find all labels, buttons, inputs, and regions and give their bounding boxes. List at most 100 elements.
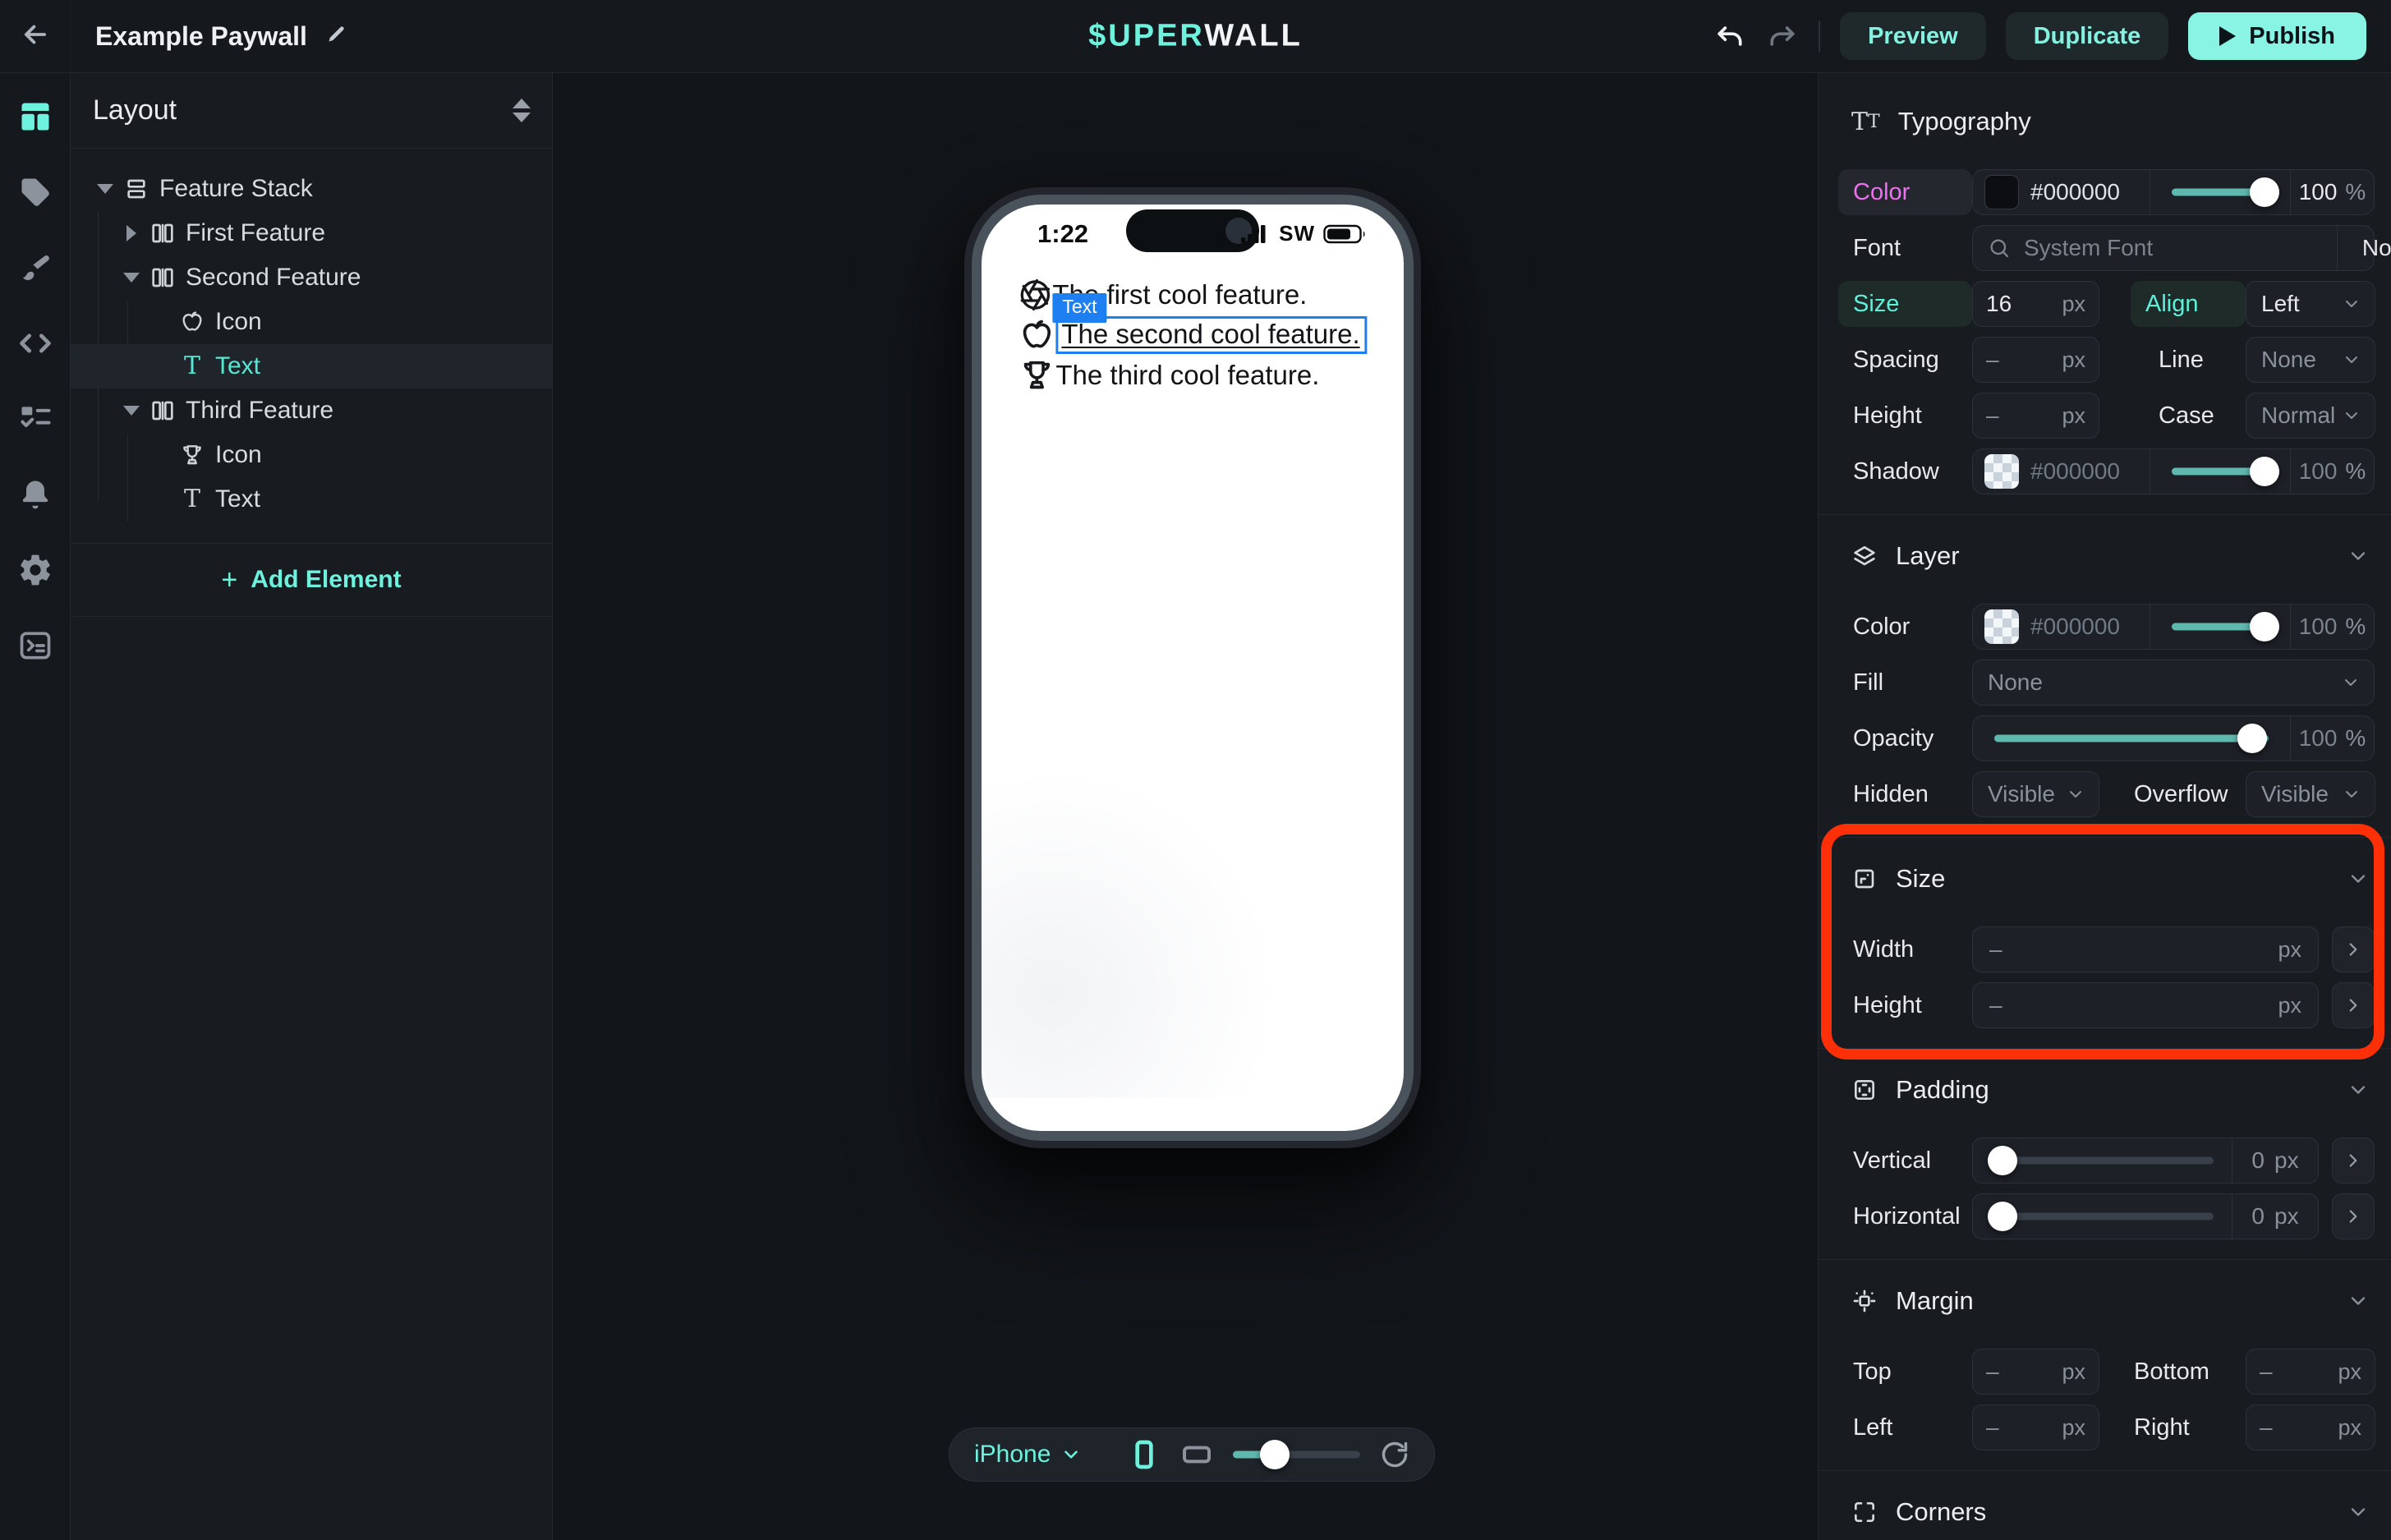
apple-icon <box>176 309 209 335</box>
color-opacity-value[interactable]: 100% <box>2290 170 2374 214</box>
device-selector[interactable]: iPhone <box>974 1441 1082 1469</box>
opacity-value[interactable]: 100% <box>2290 716 2374 761</box>
publish-label: Publish <box>2249 23 2335 50</box>
slider-thumb[interactable] <box>1988 1202 2017 1231</box>
margin-bottom-input[interactable]: –px <box>2246 1349 2375 1395</box>
canvas[interactable]: 1:22 SW The first cool feature. Text <box>553 72 1818 1540</box>
hidden-dropdown[interactable]: Visible <box>1972 771 2099 817</box>
preview-button[interactable]: Preview <box>1840 12 1986 60</box>
align-property-chip[interactable]: Align <box>2131 281 2246 327</box>
publish-button[interactable]: Publish <box>2188 12 2366 60</box>
color-opacity-slider[interactable] <box>2150 170 2290 214</box>
status-time: 1:22 <box>1037 219 1088 249</box>
slider-thumb[interactable] <box>2250 457 2279 486</box>
phone-screen[interactable]: 1:22 SW The first cool feature. Text <box>982 205 1404 1131</box>
height-expand-button[interactable] <box>2332 982 2375 1028</box>
shadow-swatch-field[interactable]: #000000 <box>1973 449 2150 494</box>
feature-row-third[interactable]: The third cool feature. <box>1018 357 1367 393</box>
tree-item-third-feature[interactable]: Third Feature <box>71 388 552 433</box>
font-search[interactable] <box>1973 226 2337 270</box>
redo-button[interactable] <box>1766 20 1799 53</box>
font-size-input[interactable]: 16px <box>1972 281 2099 327</box>
chevron-down-icon[interactable] <box>2347 867 2370 890</box>
opacity-slider[interactable] <box>1973 716 2290 761</box>
shadow-hex-value[interactable]: #000000 <box>2030 458 2120 485</box>
tree-item-icon[interactable]: Icon <box>71 300 552 344</box>
tree-item-text[interactable]: T Text <box>71 477 552 522</box>
font-weight-select[interactable]: Normal <box>2337 226 2391 270</box>
chevron-down-icon[interactable] <box>2347 545 2370 568</box>
sidebar-item-checklist[interactable] <box>16 401 54 437</box>
padding-horizontal-expand-button[interactable] <box>2332 1193 2375 1239</box>
tree-item-feature-stack[interactable]: Feature Stack <box>71 167 552 211</box>
collapse-arrow-icon[interactable] <box>117 273 146 283</box>
sidebar-item-settings-gear[interactable] <box>16 552 54 588</box>
spacing-input[interactable]: –px <box>1972 337 2099 383</box>
chevron-down-icon[interactable] <box>2347 1289 2370 1312</box>
padding-horizontal-slider[interactable] <box>1991 1194 2214 1239</box>
font-search-input[interactable] <box>2022 234 2322 262</box>
landscape-orientation-button[interactable] <box>1180 1438 1213 1471</box>
zoom-slider[interactable] <box>1233 1440 1360 1469</box>
sidebar-item-layout[interactable] <box>16 99 54 135</box>
fill-dropdown[interactable]: None <box>1972 660 2375 706</box>
add-element-button[interactable]: + Add Element <box>71 543 552 617</box>
slider-thumb[interactable] <box>2250 612 2279 641</box>
expand-arrow-icon[interactable] <box>117 225 146 241</box>
color-swatch[interactable] <box>1984 175 2019 209</box>
chevron-down-icon[interactable] <box>2347 1501 2370 1524</box>
color-property-chip[interactable]: Color <box>1838 169 1972 215</box>
margin-right-input[interactable]: –px <box>2246 1404 2375 1450</box>
slider-thumb[interactable] <box>1988 1146 2017 1175</box>
case-dropdown[interactable]: Normal <box>2246 393 2375 439</box>
zoom-slider-thumb[interactable] <box>1260 1440 1290 1469</box>
height-input[interactable]: – px <box>1972 982 2319 1028</box>
tree-item-first-feature[interactable]: First Feature <box>71 211 552 255</box>
portrait-orientation-button[interactable] <box>1128 1438 1161 1471</box>
padding-vertical-expand-button[interactable] <box>2332 1138 2375 1184</box>
padding-horizontal-value[interactable]: 0px <box>2232 1194 2318 1239</box>
back-button[interactable] <box>0 0 71 72</box>
sidebar-item-code[interactable] <box>16 325 54 361</box>
tree-item-second-feature[interactable]: Second Feature <box>71 255 552 300</box>
margin-left-input[interactable]: –px <box>1972 1404 2099 1450</box>
layer-color-swatch-field[interactable]: #000000 <box>1973 605 2150 649</box>
overflow-dropdown[interactable]: Visible <box>2246 771 2375 817</box>
padding-vertical-slider[interactable] <box>1991 1138 2214 1183</box>
width-input[interactable]: – px <box>1972 926 2319 972</box>
chevron-down-icon[interactable] <box>2347 1078 2370 1101</box>
shadow-opacity-value[interactable]: 100% <box>2290 449 2374 494</box>
feature-row-second-selected[interactable]: Text The second cool feature. <box>1018 317 1367 353</box>
edit-title-icon[interactable] <box>325 21 347 52</box>
padding-vertical-value[interactable]: 0px <box>2232 1138 2318 1183</box>
tree-item-icon[interactable]: Icon <box>71 433 552 477</box>
duplicate-button[interactable]: Duplicate <box>2006 12 2169 60</box>
color-hex-value[interactable]: #000000 <box>2030 179 2120 205</box>
line-dropdown[interactable]: None <box>2246 337 2375 383</box>
sidebar-item-products-tag[interactable] <box>16 174 54 210</box>
collapse-arrow-icon[interactable] <box>117 406 146 416</box>
slider-thumb[interactable] <box>2250 177 2279 207</box>
tree-item-text-selected[interactable]: T Text <box>71 344 552 388</box>
size-property-chip[interactable]: Size <box>1838 281 1972 327</box>
undo-button[interactable] <box>1713 20 1746 53</box>
width-expand-button[interactable] <box>2332 926 2375 972</box>
shadow-opacity-slider[interactable] <box>2150 449 2290 494</box>
layer-color-opacity-slider[interactable] <box>2150 605 2290 649</box>
sort-icon[interactable] <box>513 99 531 122</box>
collapse-arrow-icon[interactable] <box>90 184 120 194</box>
refresh-button[interactable] <box>1380 1440 1409 1469</box>
layer-color-swatch[interactable] <box>1984 609 2019 644</box>
tree-item-label: Icon <box>215 441 262 469</box>
slider-thumb[interactable] <box>2237 724 2267 753</box>
line-height-input[interactable]: –px <box>1972 393 2099 439</box>
sidebar-item-notifications-bell[interactable] <box>16 476 54 513</box>
shadow-swatch[interactable] <box>1984 454 2019 489</box>
margin-top-input[interactable]: –px <box>1972 1349 2099 1395</box>
color-swatch-field[interactable]: #000000 <box>1973 170 2150 214</box>
sidebar-item-theme-brush[interactable] <box>16 250 54 286</box>
layer-color-hex[interactable]: #000000 <box>2030 614 2120 640</box>
align-dropdown[interactable]: Left <box>2246 281 2375 327</box>
layer-color-opacity-value[interactable]: 100% <box>2290 605 2374 649</box>
sidebar-item-terminal[interactable] <box>16 627 54 664</box>
